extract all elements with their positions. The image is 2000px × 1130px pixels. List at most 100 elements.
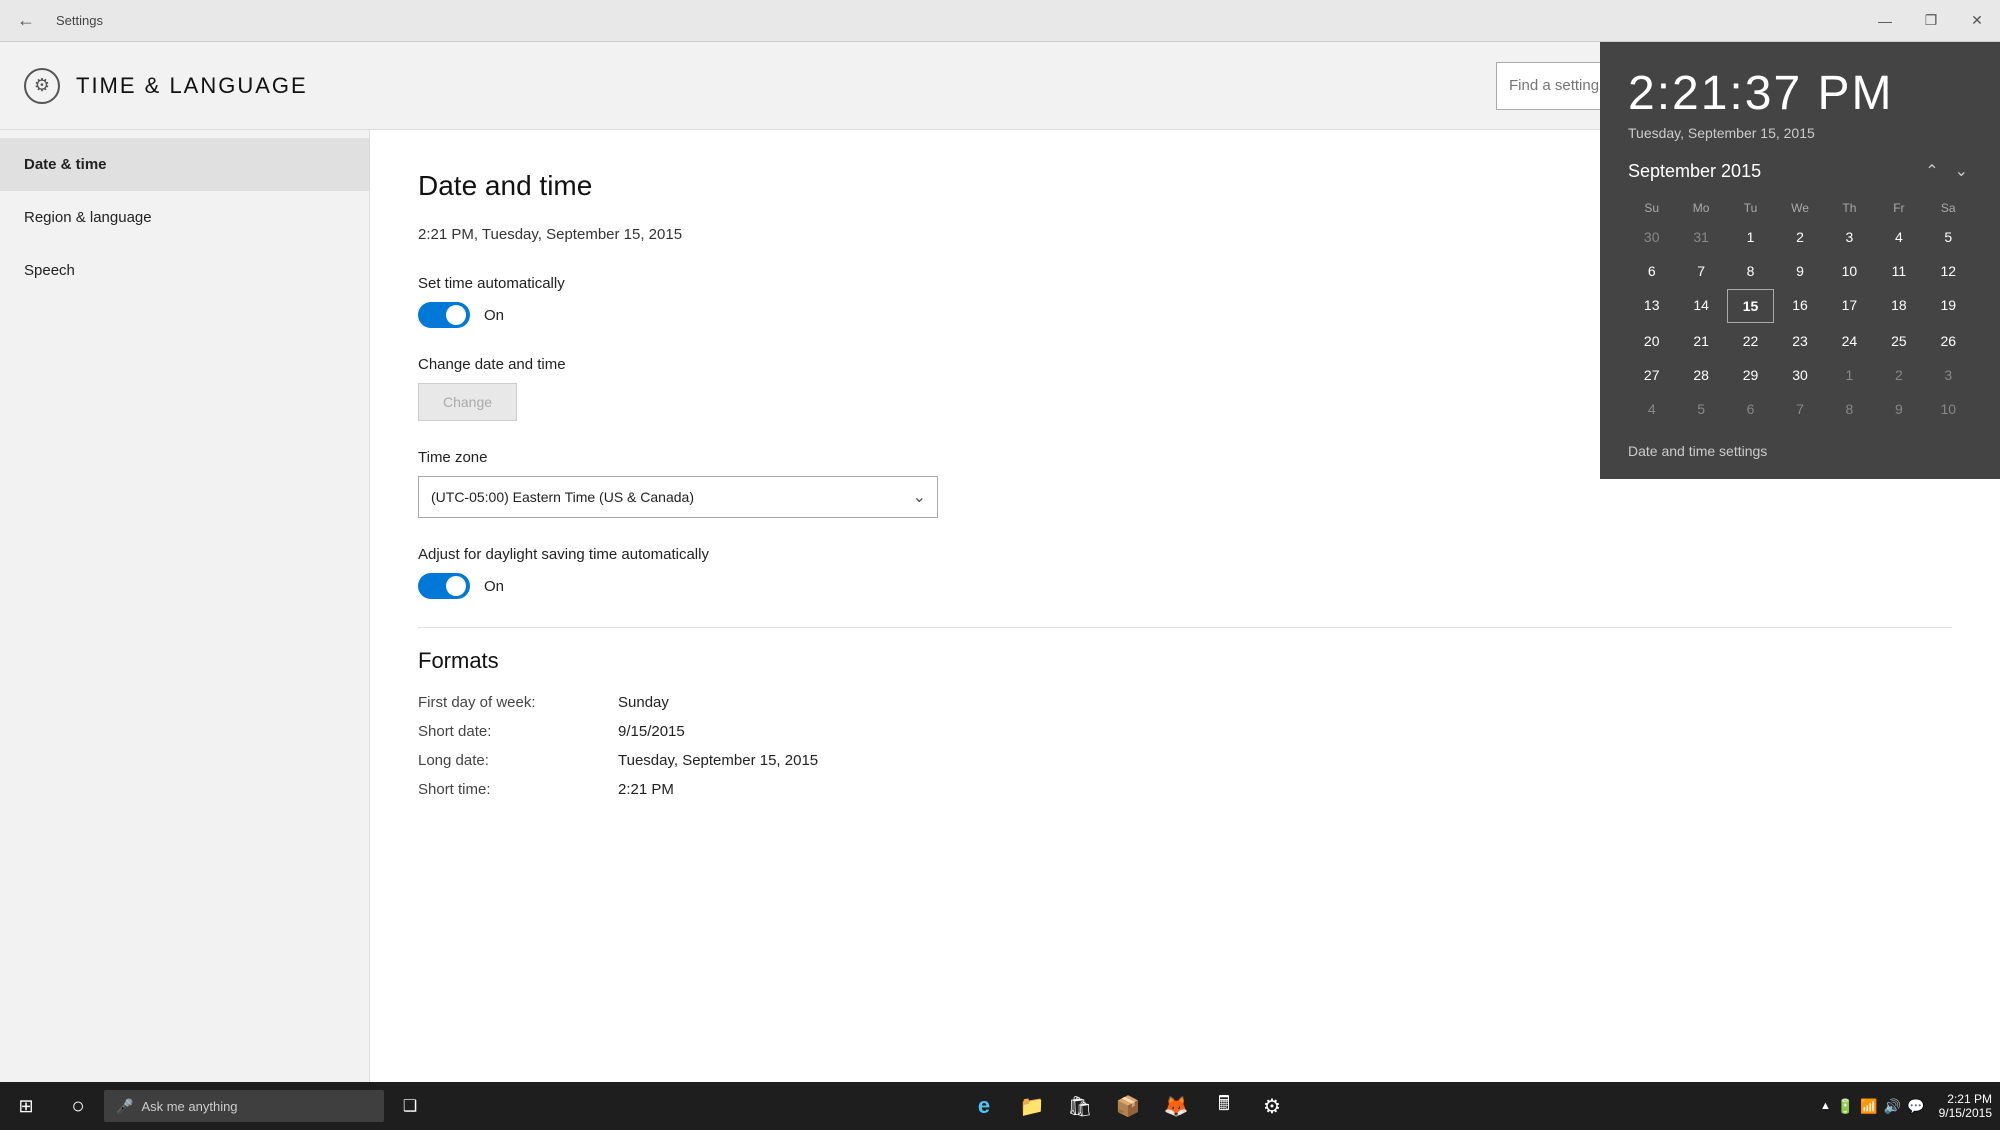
cal-day[interactable]: 22 [1727, 325, 1774, 357]
cal-day[interactable]: 30 [1628, 221, 1675, 253]
calendar-grid: Su Mo Tu We Th Fr Sa 30 31 1 2 3 4 5 6 7… [1628, 197, 1972, 425]
calendar-next-btn[interactable]: ⌄ [1951, 159, 1972, 183]
wifi-icon: 📶 [1860, 1098, 1877, 1115]
cal-header-fr: Fr [1875, 197, 1922, 219]
cal-day[interactable]: 29 [1727, 359, 1774, 391]
cal-day[interactable]: 8 [1727, 255, 1774, 287]
formats-section: Formats First day of week: Sunday Short … [418, 648, 1952, 798]
task-view-button[interactable]: ❑ [384, 1082, 436, 1130]
cal-day[interactable]: 30 [1776, 359, 1823, 391]
set-time-auto-toggle[interactable] [418, 302, 470, 328]
cal-day[interactable]: 31 [1677, 221, 1724, 253]
calc-app-button[interactable]: 🖩 [1200, 1082, 1248, 1130]
taskbar-apps: e 📁 🛍 📦 🦊 🖩 ⚙ [960, 1082, 1296, 1130]
sidebar-item-region-language[interactable]: Region & language [0, 191, 369, 244]
calendar-time: 2:21:37 PM [1628, 66, 1972, 121]
cal-day[interactable]: 27 [1628, 359, 1675, 391]
cal-day[interactable]: 25 [1875, 325, 1922, 357]
sidebar-item-speech[interactable]: Speech [0, 244, 369, 297]
tray-up-icon[interactable]: ▲ [1820, 1100, 1831, 1112]
cal-header-th: Th [1826, 197, 1873, 219]
short-date-value: 9/15/2015 [618, 723, 685, 740]
start-button[interactable]: ⊞ [0, 1082, 52, 1130]
cal-day-today[interactable]: 15 [1727, 289, 1774, 323]
change-button: Change [418, 383, 517, 421]
cal-day[interactable]: 19 [1925, 289, 1972, 323]
cal-day[interactable]: 5 [1677, 393, 1724, 425]
cal-day[interactable]: 21 [1677, 325, 1724, 357]
cal-day[interactable]: 1 [1727, 221, 1774, 253]
timezone-select[interactable]: (UTC-05:00) Eastern Time (US & Canada) [418, 476, 938, 518]
cal-day[interactable]: 20 [1628, 325, 1675, 357]
cal-day[interactable]: 2 [1776, 221, 1823, 253]
dst-label: Adjust for daylight saving time automati… [418, 546, 1952, 563]
cal-day[interactable]: 4 [1875, 221, 1922, 253]
search-orb-button[interactable]: ○ [52, 1082, 104, 1130]
cal-day[interactable]: 2 [1875, 359, 1922, 391]
cal-day[interactable]: 10 [1826, 255, 1873, 287]
cal-day[interactable]: 24 [1826, 325, 1873, 357]
first-day-key: First day of week: [418, 694, 618, 711]
store-app-button[interactable]: 🛍 [1056, 1082, 1104, 1130]
cal-day[interactable]: 7 [1776, 393, 1823, 425]
format-row-first-day: First day of week: Sunday [418, 694, 1952, 711]
settings-gear-icon: ⚙ [24, 68, 60, 104]
cal-day[interactable]: 9 [1776, 255, 1823, 287]
short-time-value: 2:21 PM [618, 781, 674, 798]
calendar-settings-link[interactable]: Date and time settings [1628, 439, 1972, 463]
calendar-popup: 2:21:37 PM Tuesday, September 15, 2015 S… [1600, 42, 2000, 479]
titlebar-left: ← Settings [8, 3, 103, 39]
set-time-auto-value: On [484, 307, 504, 324]
cal-day[interactable]: 12 [1925, 255, 1972, 287]
back-button[interactable]: ← [8, 3, 44, 39]
firefox-app-button[interactable]: 🦊 [1152, 1082, 1200, 1130]
close-button[interactable]: ✕ [1954, 0, 2000, 42]
cal-day[interactable]: 7 [1677, 255, 1724, 287]
cal-day[interactable]: 10 [1925, 393, 1972, 425]
cal-day[interactable]: 5 [1925, 221, 1972, 253]
cal-day[interactable]: 13 [1628, 289, 1675, 323]
battery-icon: 🔋 [1837, 1098, 1854, 1115]
cal-day[interactable]: 23 [1776, 325, 1823, 357]
notification-icon[interactable]: 💬 [1907, 1098, 1924, 1115]
cal-day[interactable]: 1 [1826, 359, 1873, 391]
edge-app-button[interactable]: e [960, 1082, 1008, 1130]
calendar-prev-btn[interactable]: ⌃ [1921, 159, 1942, 183]
volume-icon: 🔊 [1884, 1098, 1901, 1115]
sidebar-item-date-time[interactable]: Date & time [0, 138, 369, 191]
cal-day[interactable]: 18 [1875, 289, 1922, 323]
cal-day[interactable]: 6 [1628, 255, 1675, 287]
calendar-month-title: September 2015 [1628, 161, 1761, 182]
cal-day[interactable]: 6 [1727, 393, 1774, 425]
cal-header-mo: Mo [1677, 197, 1724, 219]
cal-day[interactable]: 9 [1875, 393, 1922, 425]
cal-day[interactable]: 8 [1826, 393, 1873, 425]
cal-day[interactable]: 26 [1925, 325, 1972, 357]
explorer-app-button[interactable]: 📁 [1008, 1082, 1056, 1130]
cal-day[interactable]: 16 [1776, 289, 1823, 323]
cal-day[interactable]: 11 [1875, 255, 1922, 287]
taskbar-clock[interactable]: 2:21 PM 9/15/2015 [1939, 1092, 1992, 1120]
minimize-button[interactable]: — [1862, 0, 1908, 42]
cal-header-sa: Sa [1925, 197, 1972, 219]
cal-header-we: We [1776, 197, 1823, 219]
timezone-select-wrapper: (UTC-05:00) Eastern Time (US & Canada) ⌄ [418, 476, 938, 518]
cal-day[interactable]: 14 [1677, 289, 1724, 323]
sidebar: Date & time Region & language Speech [0, 130, 370, 1082]
titlebar: ← Settings — ❐ ✕ [0, 0, 2000, 42]
dst-value: On [484, 578, 504, 595]
cal-day[interactable]: 4 [1628, 393, 1675, 425]
cal-day[interactable]: 28 [1677, 359, 1724, 391]
app5-button[interactable]: 📦 [1104, 1082, 1152, 1130]
settings-app-button[interactable]: ⚙ [1248, 1082, 1296, 1130]
long-date-value: Tuesday, September 15, 2015 [618, 752, 818, 769]
first-day-value: Sunday [618, 694, 669, 711]
dst-row: On [418, 573, 1952, 599]
cal-day[interactable]: 17 [1826, 289, 1873, 323]
app-title: TIME & LANGUAGE [76, 73, 308, 99]
dst-toggle[interactable] [418, 573, 470, 599]
cal-day[interactable]: 3 [1925, 359, 1972, 391]
maximize-button[interactable]: ❐ [1908, 0, 1954, 42]
taskbar-search-box[interactable]: 🎤 Ask me anything [104, 1090, 384, 1122]
cal-day[interactable]: 3 [1826, 221, 1873, 253]
